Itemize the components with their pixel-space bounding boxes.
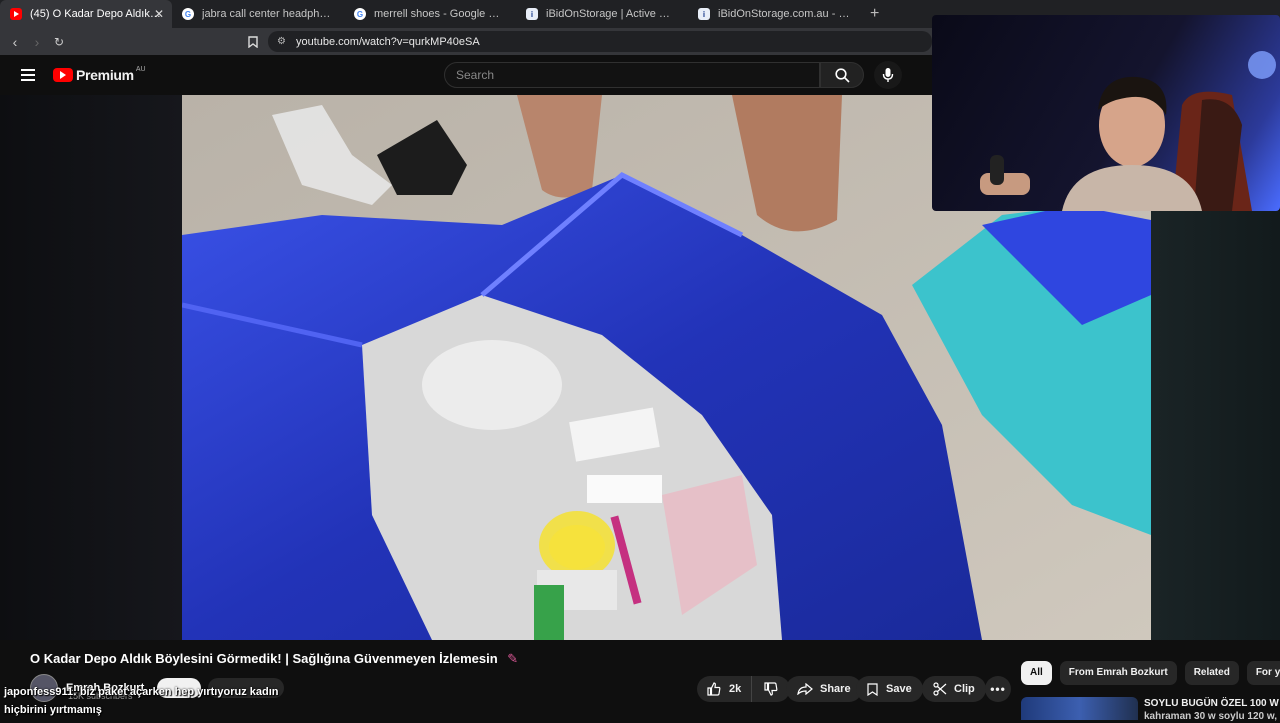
search-input[interactable]: Search [444, 62, 820, 88]
clip-label: Clip [954, 683, 975, 695]
tab-merrell[interactable]: G merrell shoes - Google Search [344, 0, 516, 28]
forward-icon[interactable]: › [26, 34, 48, 50]
more-group: ••• [985, 676, 1011, 702]
share-label: Share [820, 683, 851, 695]
youtube-header: Premium AU Search [0, 55, 932, 95]
address-bar-row: ‹ › ↻ ⚙ youtube.com/watch?v=qurkMP40eSA [0, 28, 932, 55]
close-tab-icon[interactable]: ✕ [154, 7, 164, 21]
tab-title: iBidOnStorage | Active Online Storag [546, 8, 678, 20]
google-icon: G [354, 8, 366, 20]
site-info-icon[interactable]: ⚙ [277, 36, 286, 47]
recommended-video[interactable]: SOYLU BUGÜN ÖZEL 100 W kahraman 30 w soy… [1021, 697, 1280, 723]
chip-for-you[interactable]: For you [1246, 661, 1280, 685]
tab-title: merrell shoes - Google Search [374, 8, 506, 20]
google-icon: G [182, 8, 194, 20]
related-filter-chips: All From Emrah Bozkurt Related For you [1021, 661, 1280, 685]
save-bookmark-icon [867, 682, 878, 696]
youtube-play-icon [53, 68, 73, 82]
right-ambient-area [1151, 211, 1280, 640]
recommended-title[interactable]: SOYLU BUGÜN ÖZEL 100 W kahraman 30 w soy… [1144, 697, 1280, 723]
chip-related[interactable]: Related [1184, 661, 1239, 685]
ibid-icon: i [698, 8, 710, 20]
tab-ibid-storage-king[interactable]: i iBidOnStorage.com.au - Storage King [688, 0, 860, 28]
youtube-logo[interactable]: Premium AU [53, 65, 146, 83]
pencil-emoji-icon: ✎ [507, 651, 519, 666]
save-group: Save [856, 676, 923, 702]
voice-search-button[interactable] [874, 61, 902, 89]
chip-from-channel[interactable]: From Emrah Bozkurt [1059, 661, 1177, 685]
like-count: 2k [729, 683, 742, 695]
tab-youtube[interactable]: (45) O Kadar Depo Aldık Böylesini ✕ [0, 0, 172, 28]
webcam-overlay [932, 15, 1280, 211]
new-tab-icon[interactable]: + [860, 5, 889, 23]
recommended-title-line1: SOYLU BUGÜN ÖZEL 100 W [1144, 698, 1279, 709]
url-field[interactable]: ⚙ youtube.com/watch?v=qurkMP40eSA [268, 31, 932, 52]
youtube-icon [10, 8, 22, 20]
thumbs-down-icon [764, 682, 778, 696]
chat-overlay-message: japonfess911: biz paket açarken hep yırt… [4, 683, 324, 719]
like-button[interactable]: 2k [697, 676, 753, 702]
more-horizontal-icon: ••• [990, 682, 1006, 696]
ibid-icon: i [526, 8, 538, 20]
thumbs-up-icon [707, 682, 721, 696]
streamer-camera-image [980, 51, 1276, 211]
region-code: AU [135, 65, 146, 73]
bookmark-icon[interactable] [248, 35, 258, 53]
tab-title: (45) O Kadar Depo Aldık Böylesini [30, 8, 162, 20]
dislike-button[interactable] [752, 676, 791, 702]
search-icon [834, 67, 850, 83]
scissors-icon [933, 682, 947, 696]
clip-button[interactable]: Clip [922, 676, 986, 702]
clip-group: Clip [922, 676, 986, 702]
reload-icon[interactable]: ↻ [48, 35, 70, 49]
menu-icon[interactable] [21, 69, 35, 84]
tab-ibid-active[interactable]: i iBidOnStorage | Active Online Storag [516, 0, 688, 28]
logo-text: Premium [76, 67, 134, 83]
chip-all[interactable]: All [1021, 661, 1052, 685]
url-text: youtube.com/watch?v=qurkMP40eSA [295, 35, 480, 48]
back-icon[interactable]: ‹ [4, 34, 26, 50]
search-button[interactable] [820, 62, 864, 88]
like-dislike-group: 2k [697, 676, 791, 702]
tab-title: jabra call center headphones - Goog [202, 8, 334, 20]
save-button[interactable]: Save [856, 676, 923, 702]
chat-username: japonfess911 [4, 686, 74, 698]
video-title-text: O Kadar Depo Aldık Böylesini Görmedik! |… [30, 651, 498, 666]
microphone-icon [882, 68, 894, 82]
share-icon [797, 683, 813, 695]
share-button[interactable]: Share [786, 676, 862, 702]
video-title: O Kadar Depo Aldık Böylesini Görmedik! |… [30, 651, 518, 667]
more-actions-button[interactable]: ••• [985, 676, 1011, 702]
tab-title: iBidOnStorage.com.au - Storage King [718, 8, 850, 20]
tab-jabra[interactable]: G jabra call center headphones - Goog [172, 0, 344, 28]
save-label: Save [886, 683, 912, 695]
share-group: Share [786, 676, 862, 702]
left-ambient-area [0, 95, 182, 640]
recommended-title-line2: kahraman 30 w soylu 120 w, 5 [1144, 711, 1280, 722]
recommended-thumbnail[interactable] [1021, 697, 1138, 720]
